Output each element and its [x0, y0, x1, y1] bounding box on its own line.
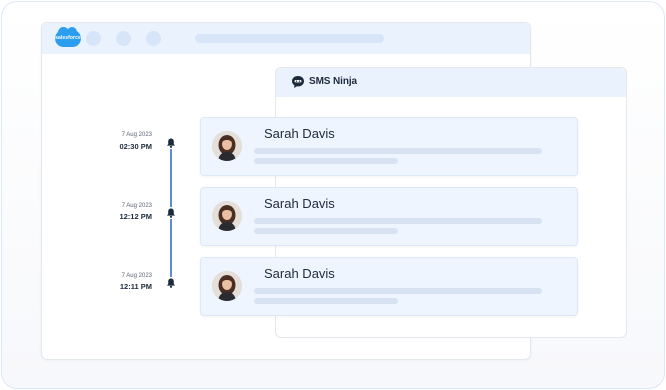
salesforce-logo-text: salesforce [55, 35, 81, 41]
message-card[interactable]: Sarah Davis [200, 257, 578, 316]
contact-name: Sarah Davis [264, 126, 335, 141]
contact-name: Sarah Davis [264, 196, 335, 211]
message-line-placeholder [254, 298, 398, 304]
header-dot-3[interactable] [146, 31, 161, 46]
sms-ninja-title: SMS Ninja [309, 76, 357, 87]
message-line-placeholder [254, 218, 542, 224]
timeline-time: 02:30 PM [119, 142, 152, 151]
avatar-icon [212, 271, 242, 301]
header-search-bar[interactable] [195, 34, 384, 43]
bell-icon [165, 207, 177, 219]
timeline-date: 7 Aug 2023 [121, 273, 152, 279]
message-line-placeholder [254, 158, 398, 164]
timeline-date: 7 Aug 2023 [121, 203, 152, 209]
message-card[interactable]: Sarah Davis [200, 117, 578, 176]
timeline-date: 7 Aug 2023 [121, 132, 152, 138]
message-line-placeholder [254, 148, 542, 154]
message-card[interactable]: Sarah Davis [200, 187, 578, 246]
salesforce-cloud-icon: salesforce [55, 27, 81, 47]
sms-ninja-header: SMS Ninja [276, 68, 626, 97]
bell-icon [165, 277, 177, 289]
bell-icon [165, 137, 177, 149]
salesforce-header: salesforce [42, 23, 530, 54]
timeline-time: 12:12 PM [119, 212, 152, 221]
message-line-placeholder [254, 288, 542, 294]
header-dot-1[interactable] [86, 31, 101, 46]
contact-name: Sarah Davis [264, 266, 335, 281]
timeline-time: 12:11 PM [119, 282, 152, 291]
avatar-icon [212, 131, 242, 161]
avatar-icon [212, 201, 242, 231]
message-line-placeholder [254, 228, 398, 234]
header-dot-2[interactable] [116, 31, 131, 46]
sms-ninja-logo-icon [292, 76, 304, 88]
